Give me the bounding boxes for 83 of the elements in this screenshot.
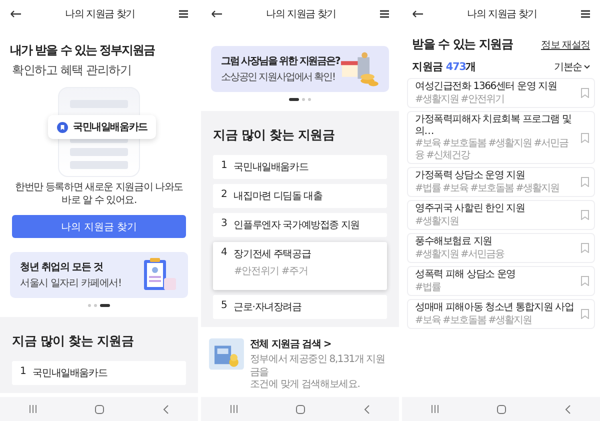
section-title: 지금 많이 찾는 지원금 <box>213 127 336 144</box>
item-name: 국민내일배움카드 <box>234 161 308 174</box>
benefit-tags: #보육 #보호돌봄 #생활지원 #서민금융 #신체건강 <box>415 138 577 161</box>
pager-dot[interactable] <box>302 98 305 101</box>
search-description: 정부에서 제공중인 8,131개 지원금을 조건에 맞게 검색해보세요. <box>250 354 386 392</box>
benefit-tags: #보육 #보호돌봄 #생활지원 <box>415 314 577 326</box>
sort-dropdown[interactable]: 기본순 <box>554 60 590 74</box>
benefit-name: 영주귀국 사할린 한인 지원 <box>415 203 526 214</box>
screen-title: 나의 지원금 찾기 <box>466 8 538 21</box>
reset-link[interactable]: 정보 재설정 <box>541 38 590 52</box>
ranking-item[interactable]: 1 국민내일배움카드 <box>213 155 387 179</box>
benefit-name: 성매매 피해아동 청소년 통합지원 사업 <box>415 302 575 314</box>
rank-number: 2 <box>221 189 227 202</box>
benefit-card[interactable]: 성매매 피해아동 청소년 통합지원 사업 #보육 #보호돌봄 #생활지원 <box>407 299 595 329</box>
rank-number: 1 <box>20 366 26 379</box>
info-text: 한번만 등록하면 새로운 지원금이 나와도 바로 알 수 있어요. <box>14 181 184 207</box>
benefit-name: 가정폭력 상담소 운영 지원 <box>415 170 526 182</box>
home-icon[interactable] <box>296 404 306 414</box>
home-icon[interactable] <box>95 404 104 414</box>
benefit-name: 가정폭력피해자 치료회복 프로그램 및 의… <box>415 114 572 137</box>
benefit-card[interactable]: 풍수해보험료 지원 #생활지원 #서민금융 <box>407 233 595 263</box>
benefit-card[interactable]: 영주귀국 사할린 한인 지원 #생활지원 <box>407 200 595 230</box>
back-icon[interactable] <box>10 10 21 18</box>
rank-number: 4 <box>221 247 227 260</box>
search-all-link[interactable]: 전체 지원금 검색 > <box>250 337 391 351</box>
ranking-item[interactable]: 1 국민내일배움카드 <box>12 361 186 385</box>
headline: 내가 받을 수 있는 정부지원금 <box>10 42 156 59</box>
result-count: 지원금 473개 <box>412 60 476 74</box>
ranking-item[interactable]: 4 장기전세 주택공급 #안전위기 #주거 <box>213 242 387 290</box>
benefit-name: 여성긴급전화 1366센터 운영 지원 <box>415 81 558 92</box>
screen-title: 나의 지원금 찾기 <box>266 8 336 21</box>
recent-apps-icon[interactable] <box>29 405 38 413</box>
bookmark-icon <box>57 122 68 132</box>
benefit-card[interactable]: 여성긴급전화 1366센터 운영 지원 #생활지원 #안전위기 <box>407 78 595 108</box>
find-button[interactable]: 나의 지원금 찾기 <box>12 215 186 238</box>
page-title: 받을 수 있는 지원금 <box>412 36 513 53</box>
banner-title: 청년 취업의 모든 것 <box>20 261 104 274</box>
benefit-name: 성폭력 피해 상담소 운영 <box>415 269 516 280</box>
banner-subtitle: 서울시 일자리 카페에서! <box>20 277 122 290</box>
recent-apps-icon[interactable] <box>431 405 440 413</box>
pager-dot[interactable] <box>94 304 97 307</box>
benefit-card[interactable]: 가정폭력피해자 치료회복 프로그램 및 의… #보육 #보호돌봄 #생활지원 #서민금융 #신체건강 <box>407 111 595 164</box>
promo-banner[interactable]: 청년 취업의 모든 것 서울시 일자리 카페에서! <box>10 252 188 298</box>
benefit-card[interactable]: 가정폭력 상담소 운영 지원 #법률 #보육 #보호돌봄 #생활지원 <box>407 167 595 197</box>
section-title: 지금 많이 찾는 지원금 <box>12 333 135 350</box>
card-name: 국민내일배움카드 <box>73 121 148 134</box>
item-name: 국민내일배움카드 <box>32 367 108 380</box>
shop-icon <box>340 51 379 87</box>
benefit-tags: #법률 <box>415 282 577 293</box>
ranking-item[interactable]: 5 근로·자녀장려금 <box>213 295 387 319</box>
ranking-item[interactable]: 2 내집마련 디딤돌 대출 <box>213 184 387 208</box>
screen-title: 나의 지원금 찾기 <box>64 8 136 21</box>
benefit-tags: #생활지원 #안전위기 <box>415 94 577 105</box>
item-tags: #안전위기 #주거 <box>221 264 379 278</box>
item-name: 장기전세 주택공급 <box>234 248 311 261</box>
item-name: 인플루엔자 국가예방접종 지원 <box>234 219 360 232</box>
menu-icon[interactable] <box>179 10 188 18</box>
item-name: 근로·자녀장려금 <box>234 301 302 314</box>
banner-subtitle: 소상공인 지원사업에서 확인! <box>221 71 336 84</box>
ranking-item[interactable]: 3 인플루엔자 국가예방접종 지원 <box>213 213 387 237</box>
rank-number: 5 <box>221 300 227 313</box>
rank-number: 3 <box>221 218 227 231</box>
benefit-name: 풍수해보험료 지원 <box>415 236 493 248</box>
menu-icon[interactable] <box>380 10 389 18</box>
promo-banner[interactable]: 그럼 사장님을 위한 지원금은? 소상공인 지원사업에서 확인! <box>211 46 389 92</box>
back-icon[interactable] <box>211 10 222 18</box>
clipboard-icon <box>142 258 178 292</box>
pager-dot[interactable] <box>88 304 91 307</box>
benefit-card[interactable]: 성폭력 피해 상담소 운영 #법률 <box>407 266 595 296</box>
banner-title: 그럼 사장님을 위한 지원금은? <box>221 55 340 68</box>
benefit-tags: #생활지원 #서민금융 <box>415 248 577 260</box>
benefit-tags: #법률 #보육 #보호돌봄 #생활지원 <box>415 182 577 194</box>
item-name: 내집마련 디딤돌 대출 <box>234 190 322 203</box>
subheadline: 확인하고 혜택 관리하기 <box>12 62 132 79</box>
benefit-tags: #생활지원 <box>415 216 577 227</box>
menu-icon[interactable] <box>581 10 590 18</box>
recent-apps-icon[interactable] <box>230 405 238 413</box>
home-icon[interactable] <box>497 404 506 414</box>
rank-number: 1 <box>221 160 227 173</box>
pager-dot[interactable] <box>308 98 311 101</box>
cabinet-icon <box>209 337 244 371</box>
back-icon[interactable] <box>412 10 423 18</box>
chevron-down-icon <box>584 65 590 69</box>
